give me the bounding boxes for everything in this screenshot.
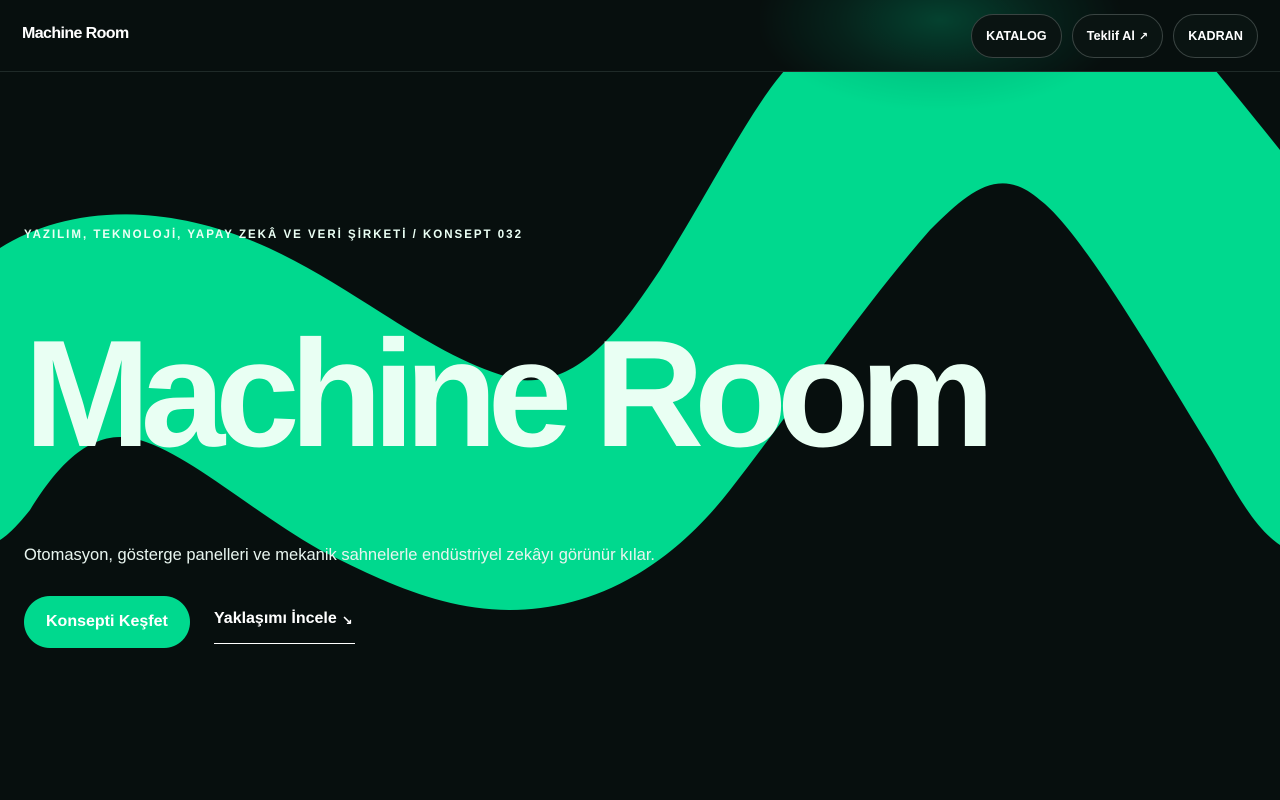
main-nav: KATALOG Teklif Al ↗ KADRAN <box>971 14 1258 58</box>
nav-item-label: KATALOG <box>986 29 1047 43</box>
nav-item-label: Teklif Al <box>1086 29 1135 43</box>
nav-item-label: KADRAN <box>1188 29 1243 43</box>
button-label: Konsepti Keşfet <box>46 613 168 630</box>
link-label: Yaklaşımı İncele <box>214 610 337 627</box>
brand-logo[interactable]: Machine Room <box>22 25 129 43</box>
landing-page: Machine Room KATALOG Teklif Al ↗ KADRAN … <box>0 0 1280 800</box>
nav-katalog-button[interactable]: KATALOG <box>971 14 1062 58</box>
nav-kadran-button[interactable]: KADRAN <box>1173 14 1258 58</box>
hero-eyebrow: YAZILIM, TEKNOLOJİ, YAPAY ZEKÂ VE VERİ Ş… <box>24 229 523 241</box>
arrow-up-right-icon: ↗ <box>1138 30 1149 43</box>
hero-subtitle: Otomasyon, gösterge panelleri ve mekanik… <box>24 546 655 564</box>
arrow-down-right-icon: ↘ <box>341 613 353 628</box>
explore-concept-button[interactable]: Konsepti Keşfet <box>24 596 190 648</box>
hero-title: Machine Room <box>24 309 995 479</box>
review-approach-link[interactable]: Yaklaşımı İncele ↘ <box>214 610 355 644</box>
nav-teklif-al-button[interactable]: Teklif Al ↗ <box>1071 14 1164 58</box>
site-header: Machine Room KATALOG Teklif Al ↗ KADRAN <box>0 0 1280 110</box>
